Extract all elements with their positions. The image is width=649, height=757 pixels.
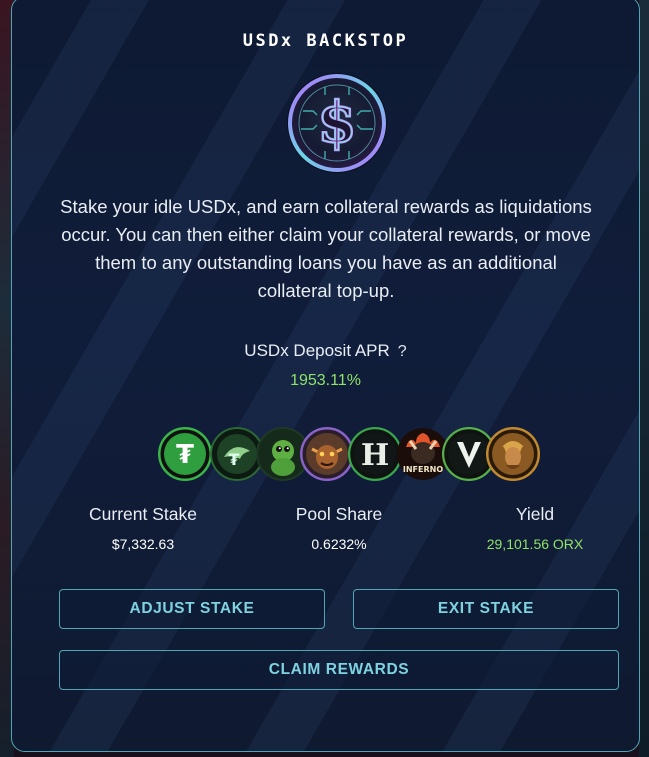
adjust-stake-button[interactable]: ADJUST STAKE <box>59 589 325 629</box>
yield-value: 29,101.56 ORX <box>486 536 584 552</box>
tf-token-icon: ₮ <box>158 427 212 481</box>
svg-text:₮: ₮ <box>176 440 194 470</box>
monster-token-icon <box>300 427 354 481</box>
svg-text:H: H <box>361 438 389 473</box>
apr-value: 1953.11% <box>290 372 361 389</box>
backstop-card: USDx BACKSTOP $ $ Stake your idle USDx, … <box>11 0 640 752</box>
current-stake-value: $7,332.63 <box>111 536 175 552</box>
h-token-icon: H <box>348 427 402 481</box>
warrior-token-icon <box>486 427 540 481</box>
svg-text:INFERNO: INFERNO <box>403 465 443 474</box>
background-right-edge <box>639 0 649 757</box>
page-title: USDx BACKSTOP <box>242 31 409 51</box>
pool-share-label: Pool Share <box>295 504 383 524</box>
claim-rewards-button[interactable]: CLAIM REWARDS <box>59 650 619 690</box>
usdx-logo-icon: $ $ <box>287 73 387 173</box>
apr-label: USDx Deposit APR <box>244 341 390 360</box>
svg-text:$: $ <box>318 90 357 156</box>
current-stake-label: Current Stake <box>89 504 197 524</box>
apr-label-row: USDx Deposit APR? <box>12 341 639 361</box>
backstop-description: Stake your idle USDx, and earn collatera… <box>60 196 592 301</box>
yield-label: Yield <box>515 504 555 524</box>
collateral-token-list: ₮ ₮ H INFERNO <box>158 427 548 483</box>
pool-share-value: 0.6232% <box>311 536 367 552</box>
exit-stake-button[interactable]: EXIT STAKE <box>353 589 619 629</box>
svg-text:₮: ₮ <box>228 450 239 469</box>
apr-help-icon[interactable]: ? <box>398 343 407 361</box>
